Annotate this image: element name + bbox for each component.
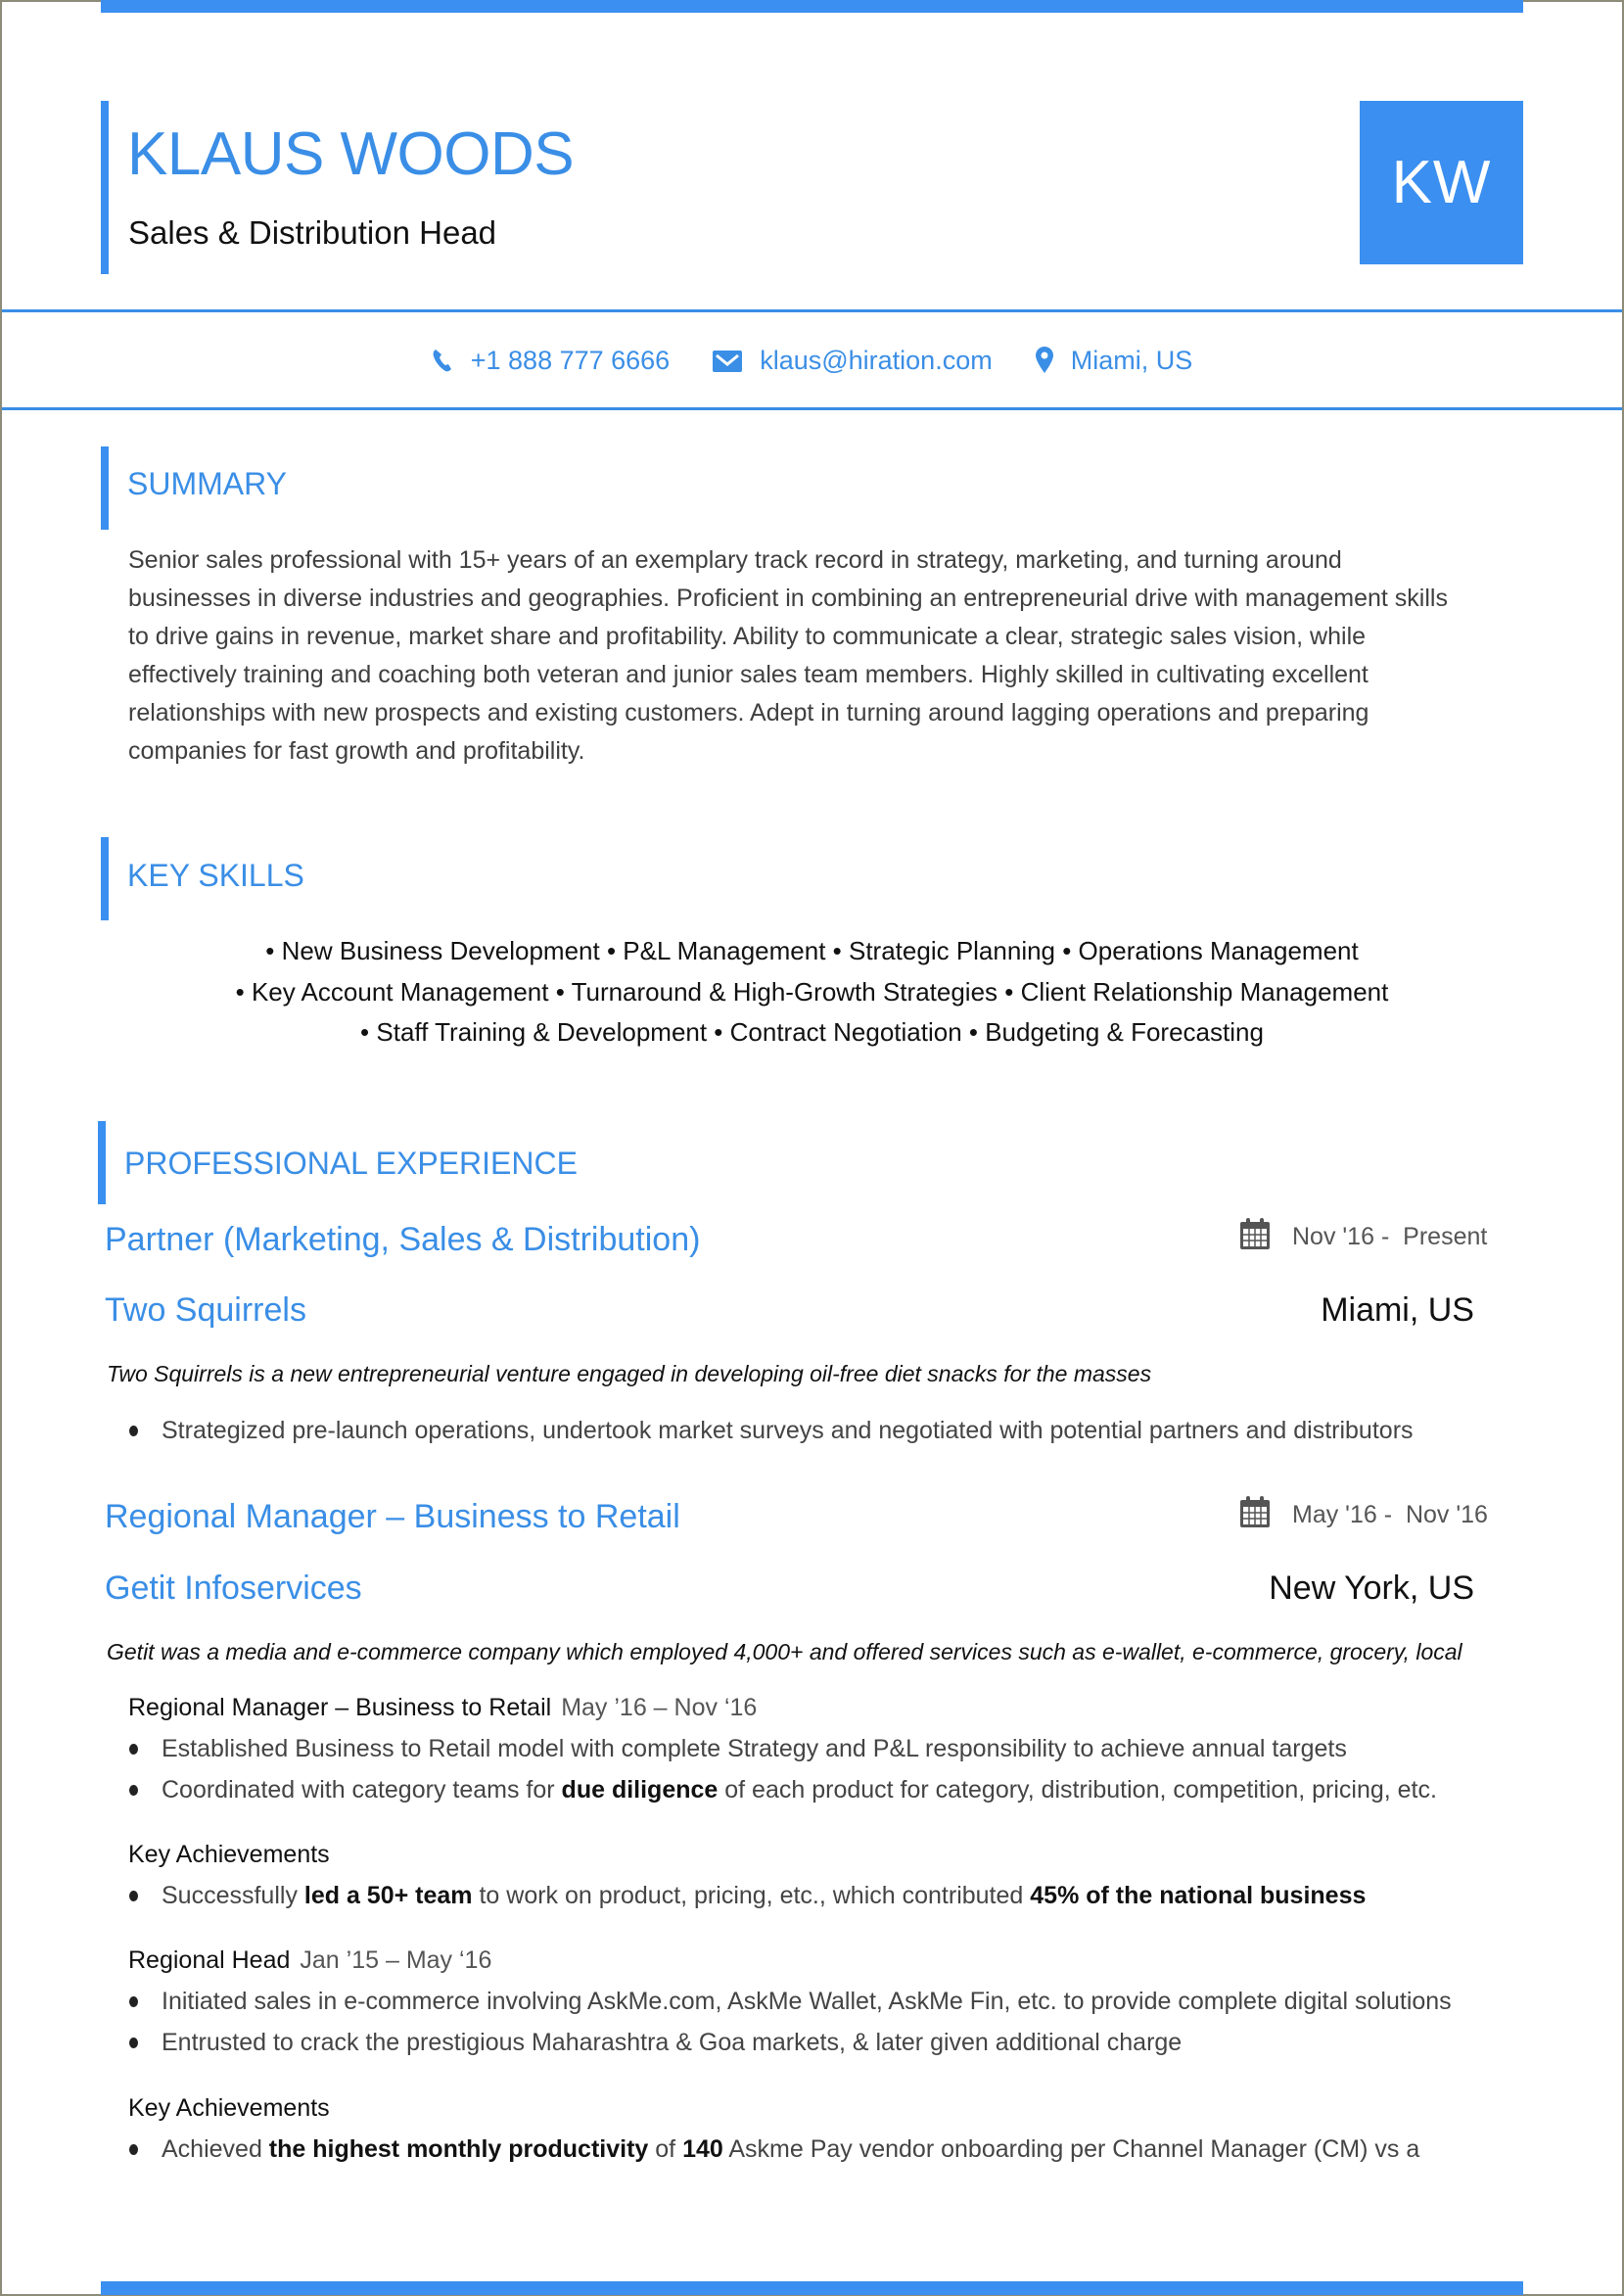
date-end: Present [1403,1222,1488,1250]
bullet-item: Initiated sales in e-commerce involving … [126,1984,1452,2019]
candidate-title: Sales & Distribution Head [128,214,497,251]
location-text: Miami, US [1070,345,1193,375]
achievement-text: Achieved the highest monthly productivit… [162,2132,1419,2167]
bullet-dot [129,2143,138,2155]
text-run: Achieved [162,2135,269,2163]
skills-accent-bar [101,837,109,920]
emphasis-text: the highest monthly productivity [268,2135,649,2163]
calendar-icon [1239,1495,1271,1535]
experience-accent-bar [98,1121,106,1204]
sub-role-title: Regional Manager – Business to Retail [128,1694,552,1721]
bullet-text: Established Business to Retail model wit… [162,1731,1347,1766]
date-end: Nov '16 [1405,1500,1488,1528]
text-run: Askme Pay vendor onboarding per Channel … [722,2135,1420,2163]
company-name: Two Squirrels [105,1291,306,1329]
text-run: of each product for category, distributi… [718,1776,1437,1804]
achievement-item: Successfully led a 50+ team to work on p… [126,1878,1366,1913]
skills-line: • New Business Development • P&L Managem… [265,936,1359,965]
summary-line: Senior sales professional with 15+ years… [128,546,1342,574]
summary-line: effectively training and coaching both v… [128,661,1369,688]
job-dates: Nov '16 - Present [1239,1217,1488,1257]
summary-line: companies for fast growth and profitabil… [128,737,585,765]
date-start: May '16 [1292,1500,1377,1528]
company-name: Getit Infoservices [105,1570,362,1607]
sub-role-header: Regional Head Jan ’15 – May ‘16 [128,1944,491,1977]
summary-line: relationships with new prospects and exi… [128,699,1369,726]
emphasis-text: 45% of the national business [1030,1882,1367,1909]
envelope-icon [713,349,743,372]
bullet-text: Initiated sales in e-commerce involving … [162,1984,1452,2019]
bullet-text: Entrusted to crack the prestigious Mahar… [162,2025,1182,2060]
key-achievements-heading: Key Achievements [128,1841,330,1868]
achievement-item: Achieved the highest monthly productivit… [126,2132,1419,2167]
bullet-item: Entrusted to crack the prestigious Mahar… [126,2025,1182,2060]
bullet-dot [129,1425,138,1436]
phone-icon [432,348,453,373]
contact-bar: +1 888 777 6666 klaus@hiration.com Miami… [0,341,1624,380]
text-run: Coordinated with category teams for [162,1776,562,1804]
skills-line: • Staff Training & Development • Contrac… [360,1017,1264,1047]
company-description: Getit was a media and e-commerce company… [107,1639,1462,1664]
key-achievements-heading: Key Achievements [128,2094,330,2122]
text-run: Established Business to Retail model wit… [162,1735,1347,1762]
text-run: of [648,2135,683,2163]
contact-phone[interactable]: +1 888 777 6666 [432,346,670,376]
contact-divider-top [2,309,1622,312]
emphasis-text: led a 50+ team [303,1882,473,1909]
skills-heading: KEY SKILLS [127,858,304,893]
skills-line: • Key Account Management • Turnaround & … [235,976,1389,1007]
calendar-icon [1239,1217,1271,1257]
bullet-item: Established Business to Retail model wit… [126,1731,1347,1766]
contact-email[interactable]: klaus@hiration.com [713,346,993,376]
map-pin-icon [1035,347,1053,374]
bullet-text: Coordinated with category teams for due … [162,1772,1437,1807]
bottom-accent-bar [101,2281,1523,2295]
sub-role-dates: Jan ’15 – May ‘16 [300,1946,492,1974]
bullet-dot [129,2037,138,2048]
bullet-item: Coordinated with category teams for due … [126,1772,1437,1807]
company-description: Two Squirrels is a new entrepreneurial v… [107,1361,1152,1386]
date-separator: - [1380,1222,1390,1250]
date-separator: - [1383,1500,1393,1528]
bullet-dot [129,1743,138,1755]
emphasis-text: due diligence [561,1776,719,1804]
candidate-name: KLAUS WOODS [127,120,575,188]
bullet-dot [129,1890,138,1901]
summary-accent-bar [101,446,109,530]
job-title: Regional Manager – Business to Retail [105,1498,680,1535]
text-run: Initiated sales in e-commerce involving … [162,1988,1452,2015]
job-dates: May '16 - Nov '16 [1239,1495,1488,1535]
summary-heading: SUMMARY [127,466,287,501]
experience-heading: PROFESSIONAL EXPERIENCE [124,1146,578,1181]
summary-text: Senior sales professional with 15+ years… [128,541,1528,771]
job-location: Miami, US [1321,1291,1474,1329]
sub-role-dates: May ’16 – Nov ‘16 [561,1694,758,1721]
bullet-dot [129,1784,138,1796]
text-run: Successfully [162,1882,304,1909]
date-start: Nov '16 [1292,1222,1374,1250]
email-text: klaus@hiration.com [760,345,993,375]
bullet-text: Strategized pre-launch operations, under… [162,1417,1414,1444]
bullet-dot [129,1995,138,2007]
job-location: New York, US [1269,1570,1474,1607]
monogram-badge: KW [1360,101,1523,264]
skills-list: • New Business Development • P&L Managem… [101,931,1523,1054]
bullet-item: Strategized pre-launch operations, under… [126,1413,1414,1448]
summary-line: to drive gains in revenue, market share … [128,623,1367,650]
header-accent-bar [101,101,109,274]
sub-role-title: Regional Head [128,1946,291,1974]
contact-divider-bottom [2,407,1622,410]
contact-location[interactable]: Miami, US [1035,345,1193,376]
top-accent-bar [101,0,1523,13]
emphasis-text: 140 [682,2135,723,2163]
summary-line: businesses in diverse industries and geo… [128,585,1448,612]
job-title: Partner (Marketing, Sales & Distribution… [105,1221,701,1258]
text-run: Entrusted to crack the prestigious Mahar… [162,2029,1183,2056]
sub-role-header: Regional Manager – Business to Retail May… [128,1691,757,1724]
achievement-text: Successfully led a 50+ team to work on p… [162,1878,1366,1913]
text-run: to work on product, pricing, etc., which… [472,1882,1031,1909]
phone-text: +1 888 777 6666 [470,345,671,375]
